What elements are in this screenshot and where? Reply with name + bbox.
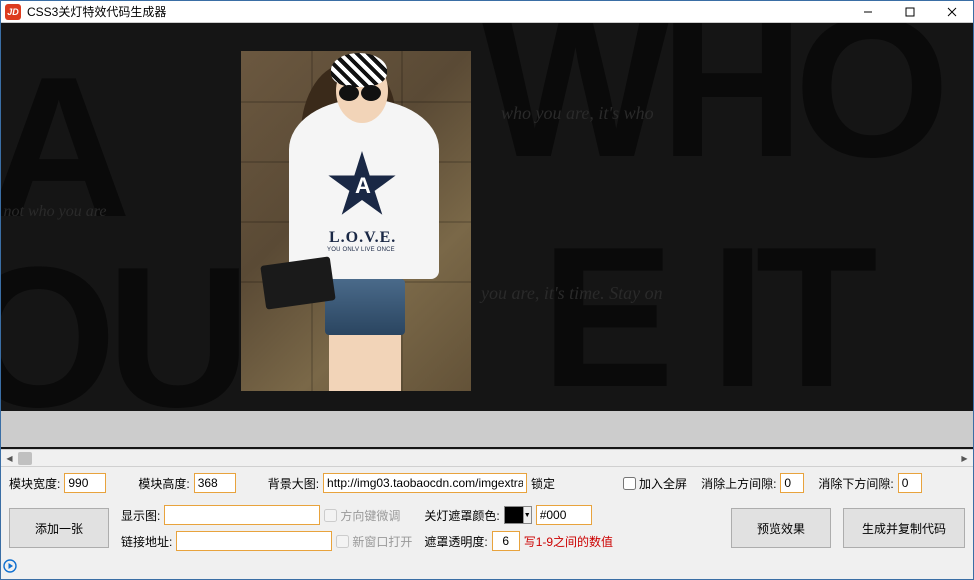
window-title: CSS3关灯特效代码生成器 [25, 3, 847, 20]
close-button[interactable] [931, 2, 973, 22]
window-controls [847, 2, 973, 22]
show-img-input[interactable] [164, 505, 320, 525]
lock-label: 锁定 [531, 475, 555, 492]
minimize-button[interactable] [847, 2, 889, 22]
bgimg-input[interactable] [323, 473, 527, 493]
titlebar: JD CSS3关灯特效代码生成器 [1, 1, 973, 23]
mask-color-input[interactable] [536, 505, 592, 525]
scroll-track[interactable] [18, 450, 956, 467]
link-input[interactable] [176, 531, 332, 551]
show-img-label: 显示图: [121, 507, 160, 524]
scroll-thumb[interactable] [18, 452, 32, 465]
height-label: 模块高度: [138, 475, 189, 492]
height-input[interactable] [194, 473, 236, 493]
mask-opacity-input[interactable] [492, 531, 520, 551]
arrow-adjust-checkbox[interactable]: 方向键微调 [324, 507, 400, 524]
controls-row-1: 模块宽度: 模块高度: 背景大图: 锁定 加入全屏 消除上方间隙: 消除下方间隙… [1, 466, 973, 499]
bgimg-label: 背景大图: [268, 475, 319, 492]
preview-background: IA WHO OU E IT who you are, it's who you… [1, 23, 973, 449]
bg-text: E IT [541, 203, 868, 433]
width-input[interactable] [64, 473, 106, 493]
shirt-word: L.O.V.E. [329, 229, 396, 247]
status-bar [1, 557, 973, 575]
clear-bottom-label: 消除下方间隙: [818, 475, 893, 492]
color-swatch-box [505, 507, 523, 523]
bg-script: who you are, it's who [501, 103, 654, 124]
shirt-letter: A [355, 173, 371, 199]
shirt-sub: YOU ONLV LIVE ONCE [327, 247, 395, 253]
add-image-button[interactable]: 添加一张 [9, 508, 109, 548]
width-label: 模块宽度: [9, 475, 60, 492]
opacity-hint: 写1-9之间的数值 [524, 533, 613, 550]
maximize-button[interactable] [889, 2, 931, 22]
fullscreen-checkbox[interactable]: 加入全屏 [623, 475, 687, 492]
scroll-right-arrow[interactable]: ▶ [956, 450, 973, 467]
horizontal-scrollbar[interactable]: ◀ ▶ [1, 449, 973, 466]
color-picker[interactable]: ▼ [504, 506, 532, 524]
preview-button[interactable]: 预览效果 [731, 508, 831, 548]
clear-top-input[interactable] [780, 473, 804, 493]
controls-row-2: 添加一张 显示图: 方向键微调 链接地址: 新窗口打开 [1, 499, 973, 557]
bg-script: it's not who you are [1, 203, 107, 221]
preview-area: IA WHO OU E IT who you are, it's who you… [1, 23, 973, 449]
app-icon: JD [5, 4, 21, 20]
link-label: 链接地址: [121, 533, 172, 550]
new-window-checkbox[interactable]: 新窗口打开 [336, 533, 412, 550]
app-window: JD CSS3关灯特效代码生成器 IA WHO OU E IT who you … [0, 0, 974, 580]
play-icon[interactable] [3, 559, 17, 573]
new-window-check[interactable] [336, 535, 349, 548]
mask-group: 关灯遮罩颜色: ▼ 遮罩透明度: 写1-9之间的数值 [424, 505, 613, 551]
generate-button[interactable]: 生成并复制代码 [843, 508, 965, 548]
clear-top-label: 消除上方间隙: [701, 475, 776, 492]
new-window-label: 新窗口打开 [352, 533, 412, 550]
fullscreen-label: 加入全屏 [639, 475, 687, 492]
arrow-adjust-label: 方向键微调 [340, 507, 400, 524]
preview-image[interactable]: A L.O.V.E. YOU ONLV LIVE ONCE [241, 51, 471, 391]
scroll-left-arrow[interactable]: ◀ [1, 450, 18, 467]
mask-opacity-label: 遮罩透明度: [424, 533, 487, 550]
mask-color-label: 关灯遮罩颜色: [424, 507, 499, 524]
image-link-group: 显示图: 方向键微调 链接地址: 新窗口打开 [121, 505, 412, 551]
clear-bottom-input[interactable] [898, 473, 922, 493]
preview-gray-strip [1, 411, 973, 447]
bg-script: you are, it's time. Stay on [481, 283, 663, 304]
fullscreen-check[interactable] [623, 477, 636, 490]
arrow-adjust-check[interactable] [324, 509, 337, 522]
chevron-down-icon: ▼ [523, 507, 531, 523]
